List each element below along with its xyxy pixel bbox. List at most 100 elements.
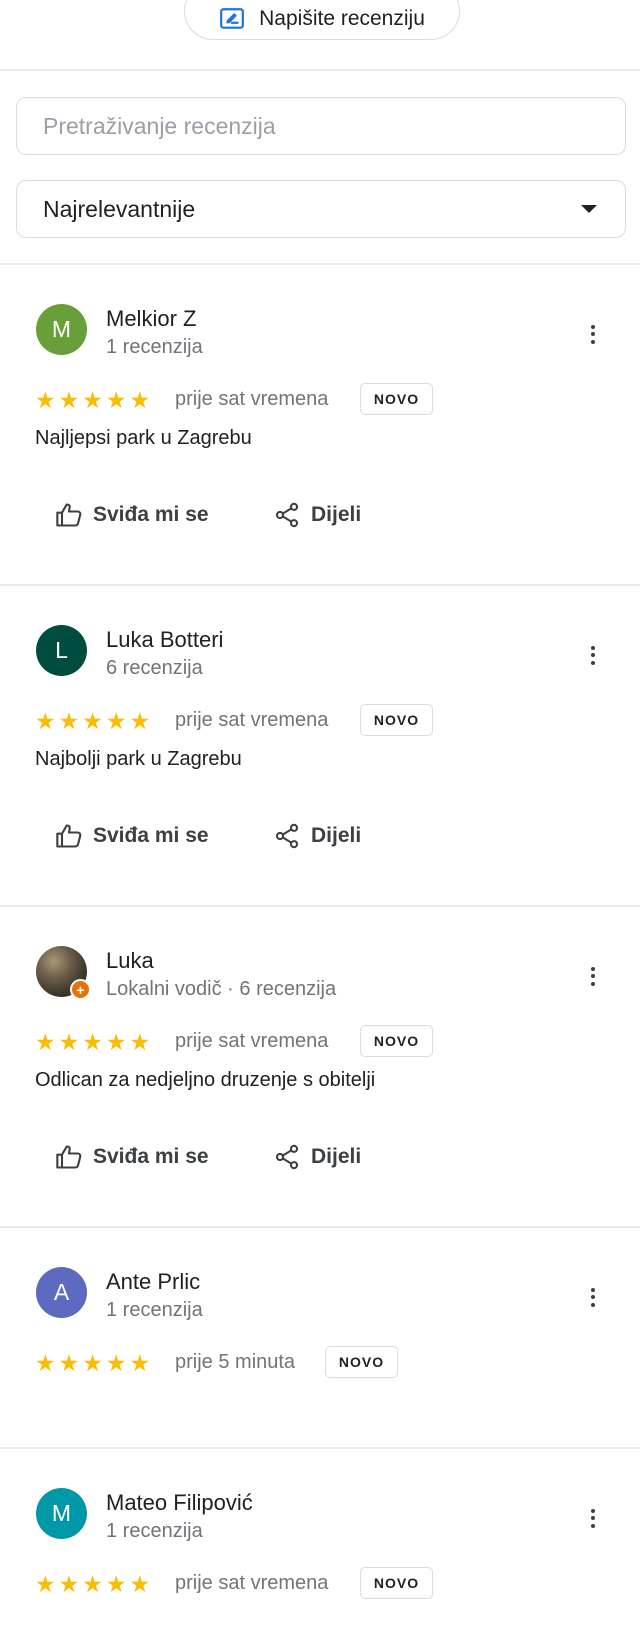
- reviewer-name[interactable]: Melkior Z: [106, 306, 196, 332]
- avatar[interactable]: A: [36, 1267, 87, 1318]
- share-button[interactable]: Dijeli: [273, 501, 361, 529]
- star-rating: ★ ★ ★ ★ ★: [35, 710, 150, 733]
- avatar[interactable]: M: [36, 1488, 87, 1539]
- share-label: Dijeli: [311, 824, 362, 847]
- star-icon: ★: [105, 708, 127, 734]
- star-icon: ★: [58, 1571, 80, 1597]
- star-icon: ★: [35, 1571, 56, 1597]
- review-card: A Ante Prlic 1 recenzija ★ ★ ★ ★ ★ prije 5 m…: [0, 1227, 640, 1447]
- divider: [0, 69, 640, 71]
- share-label: Dijeli: [311, 1145, 362, 1168]
- share-icon: [275, 502, 299, 528]
- star-icon: ★: [82, 1350, 103, 1376]
- star-icon: ★: [35, 708, 56, 734]
- share-label: Dijeli: [311, 503, 362, 526]
- review-card: M Mateo Filipović 1 recenzija ★ ★ ★ ★ ★ prij…: [0, 1448, 640, 1633]
- avatar-initial: L: [55, 637, 68, 663]
- star-icon: ★: [58, 1029, 80, 1055]
- new-badge: NOVO: [360, 1567, 433, 1599]
- more-options-icon[interactable]: [578, 1503, 608, 1533]
- share-button[interactable]: Dijeli: [273, 822, 361, 850]
- reviewer-meta: Lokalni vodič · 6 recenzija: [106, 978, 337, 1000]
- reviewer-name[interactable]: Luka: [106, 948, 154, 974]
- star-icon: ★: [82, 1029, 103, 1055]
- like-button[interactable]: Sviđa mi se: [55, 501, 209, 529]
- review-time: prije sat vremena: [175, 1572, 329, 1594]
- review-time: prije sat vremena: [175, 709, 329, 731]
- reviewer-meta: 1 recenzija: [106, 1299, 203, 1321]
- write-review-label: Napišite recenziju: [259, 7, 425, 30]
- star-icon: ★: [35, 1350, 56, 1376]
- review-card: + Luka Lokalni vodič · 6 recenzija ★ ★ ★ ★ ★…: [0, 906, 640, 1226]
- new-badge: NOVO: [325, 1346, 398, 1378]
- thumb-up-icon: [56, 824, 82, 848]
- more-options-icon[interactable]: [578, 961, 608, 991]
- star-icon: ★: [129, 1029, 151, 1055]
- review-card: M Melkior Z 1 recenzija ★ ★ ★ ★ ★ prije sat …: [0, 264, 640, 584]
- star-icon: ★: [129, 1571, 151, 1597]
- star-icon: ★: [35, 387, 56, 413]
- reviewer-name[interactable]: Luka Botteri: [106, 627, 223, 653]
- avatar-initial: A: [53, 1279, 70, 1305]
- star-icon: ★: [82, 708, 103, 734]
- like-button[interactable]: Sviđa mi se: [55, 822, 209, 850]
- sort-selected-label: Najrelevantnije: [43, 195, 196, 222]
- like-button[interactable]: Sviđa mi se: [55, 1143, 209, 1171]
- star-icon: ★: [129, 1350, 151, 1376]
- like-label: Sviđa mi se: [93, 503, 209, 526]
- like-label: Sviđa mi se: [93, 1145, 209, 1168]
- star-rating: ★ ★ ★ ★ ★: [35, 389, 150, 412]
- star-icon: ★: [105, 387, 127, 413]
- review-text: Odlican za nedjeljno druzenje s obitelji: [35, 1069, 376, 1091]
- avatar[interactable]: L: [36, 625, 87, 676]
- star-icon: ★: [129, 387, 151, 413]
- star-rating: ★ ★ ★ ★ ★: [35, 1573, 150, 1596]
- avatar-initial: M: [51, 316, 72, 342]
- reviewer-meta: 1 recenzija: [106, 1520, 203, 1542]
- search-reviews-field[interactable]: [16, 97, 626, 155]
- star-icon: ★: [105, 1029, 127, 1055]
- review-time: prije sat vremena: [175, 388, 329, 410]
- thumb-up-icon: [56, 1145, 82, 1169]
- star-icon: ★: [129, 708, 151, 734]
- star-icon: ★: [82, 1571, 103, 1597]
- edit-review-icon: [220, 8, 245, 29]
- share-button[interactable]: Dijeli: [273, 1143, 361, 1171]
- local-guide-badge-icon: +: [70, 979, 91, 1000]
- star-rating: ★ ★ ★ ★ ★: [35, 1352, 150, 1375]
- star-icon: ★: [35, 1029, 56, 1055]
- search-reviews-input[interactable]: [43, 112, 625, 140]
- star-icon: ★: [105, 1350, 127, 1376]
- more-options-icon[interactable]: [578, 1282, 608, 1312]
- star-icon: ★: [58, 387, 80, 413]
- star-icon: ★: [82, 387, 103, 413]
- more-options-icon[interactable]: [578, 319, 608, 349]
- new-badge: NOVO: [360, 383, 433, 415]
- review-time: prije 5 minuta: [175, 1351, 296, 1373]
- review-text: Najbolji park u Zagrebu: [35, 748, 242, 770]
- like-label: Sviđa mi se: [93, 824, 209, 847]
- share-icon: [275, 1144, 299, 1170]
- review-text: Najljepsi park u Zagrebu: [35, 427, 252, 449]
- avatar[interactable]: M: [36, 304, 87, 355]
- star-icon: ★: [58, 1350, 80, 1376]
- reviewer-name[interactable]: Ante Prlic: [106, 1269, 200, 1295]
- write-review-button[interactable]: Napišite recenziju: [184, 0, 460, 40]
- new-badge: NOVO: [360, 1025, 433, 1057]
- caret-down-icon: [581, 205, 597, 213]
- reviewer-name[interactable]: Mateo Filipović: [106, 1490, 253, 1516]
- share-icon: [275, 823, 299, 849]
- star-rating: ★ ★ ★ ★ ★: [35, 1031, 150, 1054]
- new-badge: NOVO: [360, 704, 433, 736]
- star-icon: ★: [58, 708, 80, 734]
- sort-dropdown[interactable]: Najrelevantnije: [16, 180, 626, 238]
- more-options-icon[interactable]: [578, 640, 608, 670]
- review-card: L Luka Botteri 6 recenzija ★ ★ ★ ★ ★ prije s…: [0, 585, 640, 905]
- star-icon: ★: [105, 1571, 127, 1597]
- reviewer-meta: 6 recenzija: [106, 657, 203, 679]
- review-time: prije sat vremena: [175, 1030, 329, 1052]
- avatar[interactable]: +: [36, 946, 91, 1000]
- avatar-initial: M: [51, 1500, 72, 1526]
- thumb-up-icon: [56, 503, 82, 527]
- reviewer-meta: 1 recenzija: [106, 336, 203, 358]
